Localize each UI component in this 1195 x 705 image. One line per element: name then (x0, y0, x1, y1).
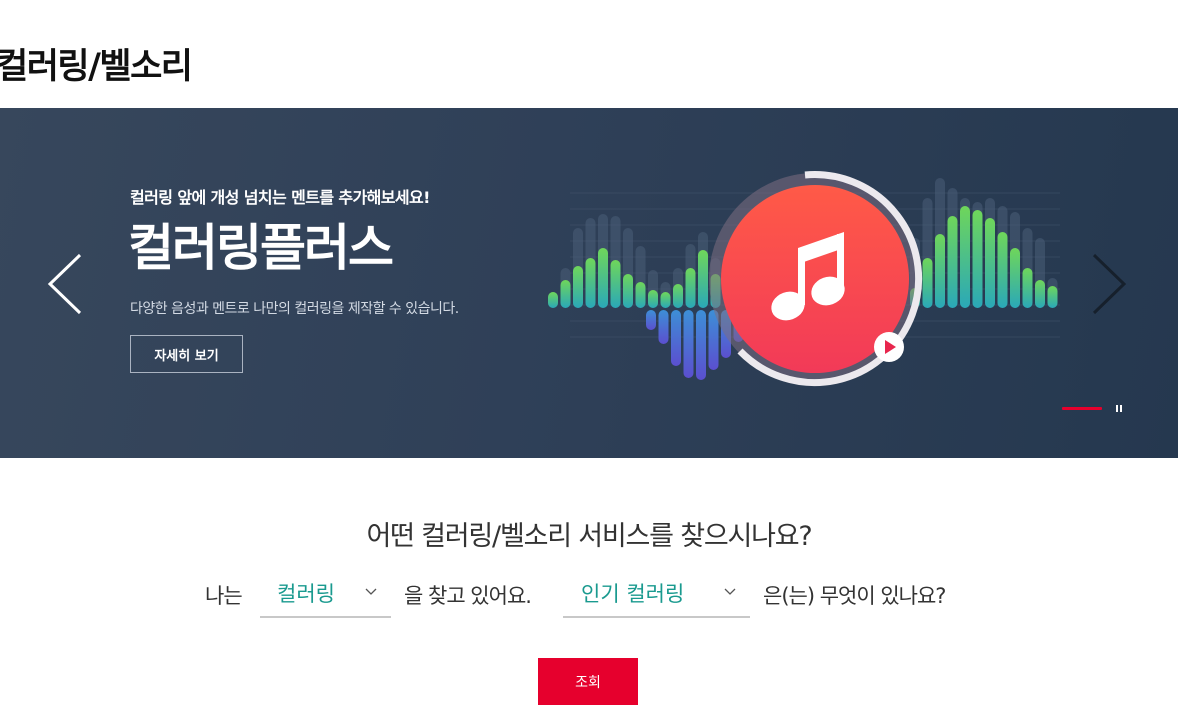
finder-suffix: 은(는) 무엇이 있나요? (763, 584, 946, 608)
chevron-right-icon[interactable] (1090, 253, 1128, 319)
equalizer-bar (560, 280, 571, 308)
service-type-select[interactable]: 컬러링 (260, 572, 391, 618)
equalizer-bar (673, 284, 683, 308)
finder-row: 나는 컬러링 을 찾고 있어요. 인기 컬러링 은(는) 무엇이 있나요? (0, 572, 1195, 620)
equalizer-bar (997, 232, 1008, 308)
equalizer-bar (685, 268, 696, 308)
equalizer-bar (671, 310, 681, 366)
equalizer-bar (660, 292, 671, 308)
equalizer-bar (935, 234, 945, 308)
equalizer-bar (947, 216, 958, 308)
page-title: 컬러링/벨소리 (0, 47, 193, 87)
equalizer-bar (698, 250, 708, 308)
equalizer-bar (658, 310, 669, 344)
chevron-down-icon (724, 588, 736, 595)
detail-button[interactable]: 자세히 보기 (130, 335, 243, 373)
equalizer-bar (610, 260, 621, 308)
service-type-value: 컬러링 (277, 582, 335, 606)
banner-headline: 컬러링플러스 (128, 219, 394, 277)
equalizer-bar (648, 290, 658, 308)
equalizer-bar (1035, 280, 1045, 308)
search-button[interactable]: 조회 (538, 658, 638, 705)
equalizer-bar (646, 310, 656, 330)
finder-middle: 을 찾고 있어요. (404, 584, 532, 608)
chevron-down-icon (365, 588, 377, 595)
equalizer-bar (548, 292, 558, 308)
chevron-left-icon[interactable] (46, 253, 84, 319)
pause-icon[interactable] (1116, 405, 1122, 412)
promo-banner: 컬러링 앞에 개성 넘치는 멘트를 추가해보세요! 컬러링플러스 다양한 음성과… (0, 108, 1178, 458)
equalizer-bar (683, 310, 694, 378)
equalizer-bar (1047, 286, 1058, 308)
equalizer-bar (960, 206, 970, 308)
banner-description: 다양한 음성과 멘트로 나만의 컬러링을 제작할 수 있습니다. (130, 301, 459, 317)
banner-subtitle: 컬러링 앞에 개성 넘치는 멘트를 추가해보세요! (130, 188, 430, 207)
equalizer-bar (585, 258, 596, 308)
equalizer-bar (922, 258, 933, 308)
category-value: 인기 컬러링 (581, 582, 685, 606)
equalizer-bar (573, 266, 583, 308)
finder-question: 어떤 컬러링/벨소리 서비스를 찾으시나요? (366, 521, 812, 552)
music-visual (540, 168, 1080, 412)
equalizer-bar (623, 274, 633, 308)
play-icon[interactable] (874, 332, 904, 362)
equalizer-bar (1022, 268, 1033, 308)
equalizer-bar (696, 310, 706, 380)
equalizer-bar (635, 282, 646, 308)
slide-indicator[interactable] (1062, 404, 1132, 423)
equalizer-bar (972, 210, 983, 308)
category-select[interactable]: 인기 컬러링 (563, 572, 750, 618)
finder-prefix: 나는 (205, 584, 243, 608)
equalizer-bar (598, 248, 608, 308)
equalizer-bar (1010, 248, 1020, 308)
equalizer-bar (985, 218, 995, 308)
